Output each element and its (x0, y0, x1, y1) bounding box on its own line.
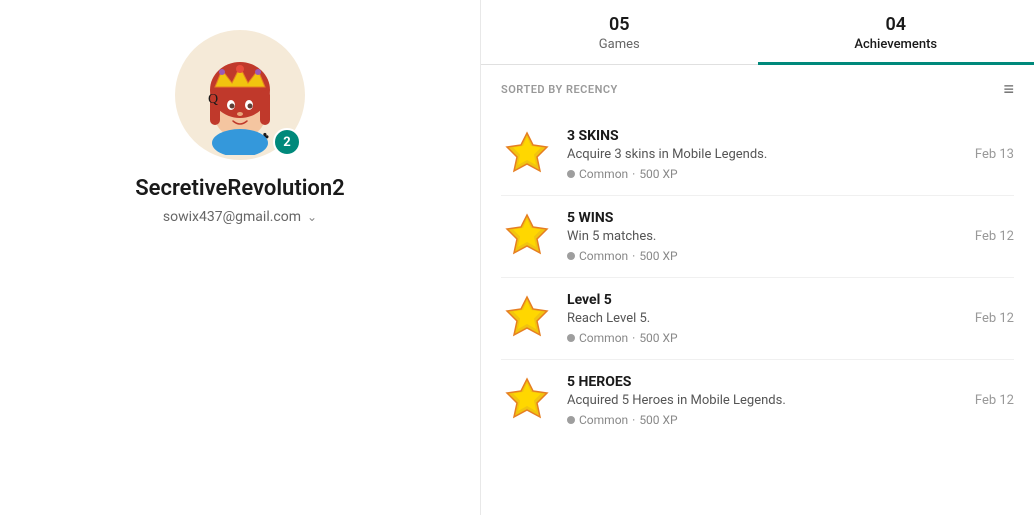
rarity-label: Common (579, 331, 628, 345)
achievement-desc: Reach Level 5. (567, 311, 965, 326)
games-count: 05 (481, 14, 758, 35)
xp-label: 500 XP (639, 331, 677, 345)
achievement-meta: Common · 500 XP (567, 331, 965, 345)
email-row[interactable]: sowix437@gmail.com ⌄ (163, 209, 317, 225)
rarity-dot (567, 252, 575, 260)
meta-separator: · (632, 413, 635, 427)
sorted-by-label: SORTED BY RECENCY (501, 83, 618, 96)
achievement-date: Feb 13 (975, 147, 1014, 162)
achievement-info: 5 HEROES Acquired 5 Heroes in Mobile Leg… (567, 374, 965, 427)
achievement-item: Level 5 Reach Level 5. Common · 500 XP F… (501, 278, 1014, 360)
rarity-label: Common (579, 167, 628, 181)
achievement-desc: Win 5 matches. (567, 229, 965, 244)
achievement-title: 3 SKINS (567, 128, 965, 144)
achievement-item: 5 HEROES Acquired 5 Heroes in Mobile Leg… (501, 360, 1014, 441)
achievement-title: Level 5 (567, 292, 965, 308)
achievement-desc: Acquired 5 Heroes in Mobile Legends. (567, 393, 965, 408)
achievements-header: SORTED BY RECENCY ≡ (481, 65, 1034, 114)
meta-separator: · (632, 331, 635, 345)
medal-icon (501, 211, 553, 263)
medal-icon (501, 375, 553, 427)
achievement-info: Level 5 Reach Level 5. Common · 500 XP (567, 292, 965, 345)
rarity-dot (567, 170, 575, 178)
tab-games[interactable]: 05 Games (481, 0, 758, 64)
achievement-item: 3 SKINS Acquire 3 skins in Mobile Legend… (501, 114, 1014, 196)
meta-separator: · (632, 167, 635, 181)
level-badge: 2 (273, 128, 301, 156)
achievement-meta: Common · 500 XP (567, 249, 965, 263)
sort-icon[interactable]: ≡ (1003, 79, 1014, 100)
avatar-container: Q ♣ 2 (175, 30, 305, 160)
achievement-title: 5 WINS (567, 210, 965, 226)
left-panel: Q ♣ 2 SecretiveRevolution2 sowix437@gmai… (0, 0, 480, 515)
achievement-meta: Common · 500 XP (567, 167, 965, 181)
achievement-date: Feb 12 (975, 311, 1014, 326)
rarity-dot (567, 416, 575, 424)
xp-label: 500 XP (639, 167, 677, 181)
email-text: sowix437@gmail.com (163, 209, 301, 225)
tabs-container: 05 Games 04 Achievements (481, 0, 1034, 65)
achievement-info: 5 WINS Win 5 matches. Common · 500 XP (567, 210, 965, 263)
achievements-label: Achievements (758, 37, 1034, 52)
xp-label: 500 XP (639, 249, 677, 263)
games-label: Games (481, 37, 758, 52)
right-panel: 05 Games 04 Achievements SORTED BY RECEN… (480, 0, 1034, 515)
achievement-desc: Acquire 3 skins in Mobile Legends. (567, 147, 965, 162)
tab-achievements[interactable]: 04 Achievements (758, 0, 1034, 64)
achievements-count: 04 (758, 14, 1034, 35)
achievement-info: 3 SKINS Acquire 3 skins in Mobile Legend… (567, 128, 965, 181)
xp-label: 500 XP (639, 413, 677, 427)
rarity-label: Common (579, 413, 628, 427)
rarity-dot (567, 334, 575, 342)
chevron-down-icon[interactable]: ⌄ (307, 210, 317, 224)
medal-icon (501, 129, 553, 181)
medal-icon (501, 293, 553, 345)
achievements-list: 3 SKINS Acquire 3 skins in Mobile Legend… (481, 114, 1034, 515)
achievement-date: Feb 12 (975, 393, 1014, 408)
achievement-meta: Common · 500 XP (567, 413, 965, 427)
achievement-title: 5 HEROES (567, 374, 965, 390)
achievement-date: Feb 12 (975, 229, 1014, 244)
username: SecretiveRevolution2 (135, 176, 345, 201)
achievement-item: 5 WINS Win 5 matches. Common · 500 XP Fe… (501, 196, 1014, 278)
svg-text:Q: Q (208, 92, 218, 107)
rarity-label: Common (579, 249, 628, 263)
meta-separator: · (632, 249, 635, 263)
